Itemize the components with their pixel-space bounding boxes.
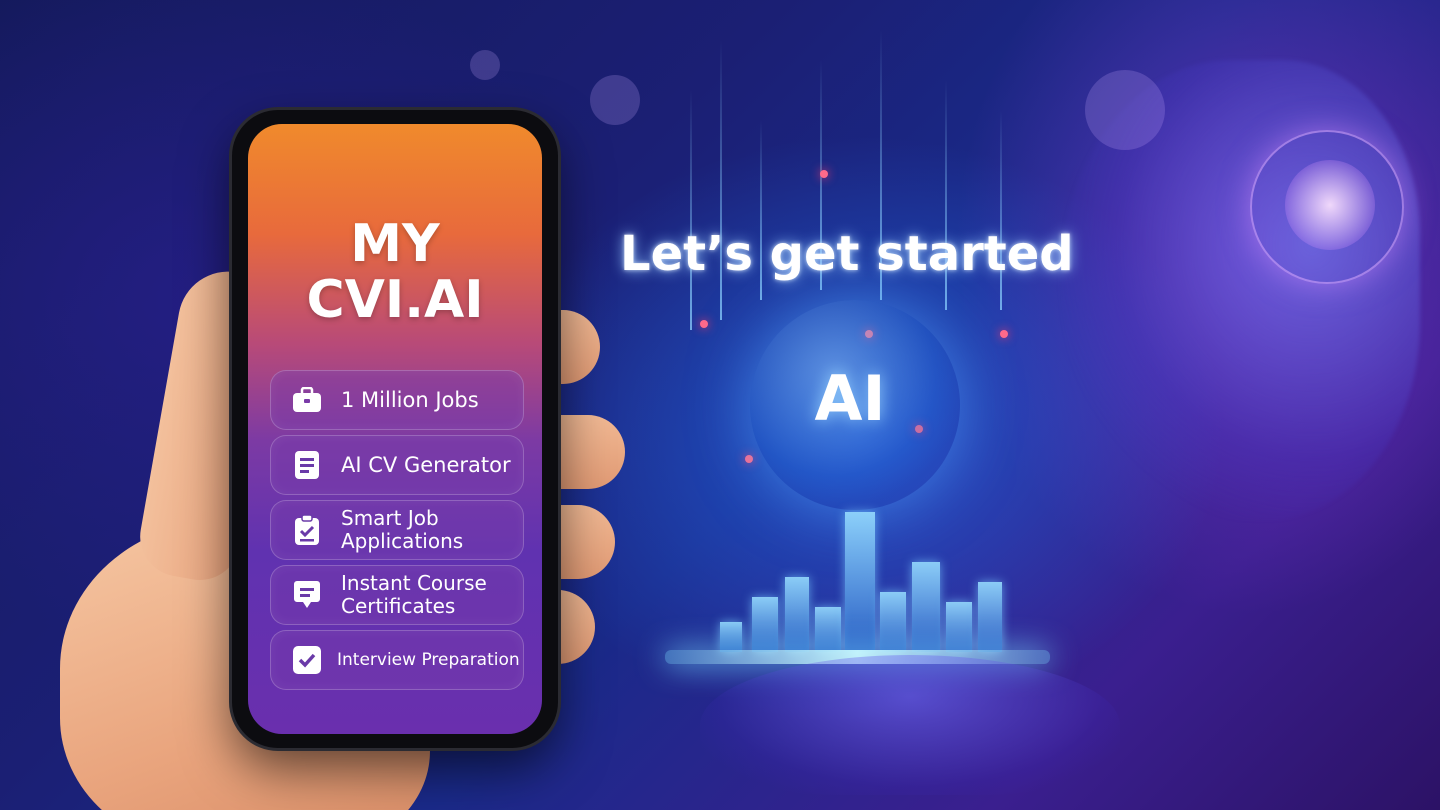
hero-banner: Let’s get started AI MY CVI.AI 1 Million…	[0, 0, 1440, 810]
city-building	[946, 602, 972, 652]
city-building	[845, 512, 875, 652]
feature-item-cv-generator[interactable]: AI CV Generator	[270, 435, 524, 495]
glow-orb	[1285, 160, 1375, 250]
feature-label: Smart Job Applications	[341, 506, 464, 553]
feature-item-certificates[interactable]: Instant Course Certificates	[270, 565, 524, 625]
app-title-line2: CVI.AI	[306, 270, 484, 330]
checkbox-icon	[291, 644, 323, 676]
city-building	[815, 607, 841, 652]
feature-item-interview-prep[interactable]: Interview Preparation	[270, 630, 524, 690]
briefcase-icon	[291, 384, 323, 416]
city-building	[978, 582, 1002, 652]
city-building	[720, 622, 742, 652]
light-dot	[865, 330, 873, 338]
bokeh-light	[470, 50, 500, 80]
hologram-platform	[665, 650, 1050, 664]
circuit-line	[690, 90, 692, 330]
feature-label: AI CV Generator	[341, 452, 511, 477]
feature-label: Interview Preparation	[337, 649, 520, 670]
glow-ring	[1250, 130, 1404, 284]
headline: Let’s get started	[620, 226, 1074, 282]
smartphone: MY CVI.AI 1 Million Jobs AI CV Generator	[232, 110, 558, 748]
light-dot	[820, 170, 828, 178]
city-building	[880, 592, 906, 652]
city-building	[785, 577, 809, 652]
ai-globe-label: AI	[814, 362, 886, 435]
feature-item-jobs[interactable]: 1 Million Jobs	[270, 370, 524, 430]
bokeh-light	[590, 75, 640, 125]
app-title-line1: MY	[350, 214, 440, 274]
feature-label: Instant Course Certificates	[341, 571, 487, 618]
document-icon	[291, 449, 323, 481]
light-dot	[745, 455, 753, 463]
light-dot	[1000, 330, 1008, 338]
city-building	[752, 597, 778, 652]
bokeh-light	[1085, 70, 1165, 150]
clipboard-check-icon	[291, 514, 323, 546]
chat-bubble-icon	[291, 579, 323, 611]
city-building	[912, 562, 940, 652]
open-hand-illustration	[700, 655, 1120, 795]
light-dot	[700, 320, 708, 328]
feature-label: 1 Million Jobs	[341, 387, 479, 412]
phone-screen: MY CVI.AI 1 Million Jobs AI CV Generator	[248, 124, 542, 734]
feature-item-smart-applications[interactable]: Smart Job Applications	[270, 500, 524, 560]
